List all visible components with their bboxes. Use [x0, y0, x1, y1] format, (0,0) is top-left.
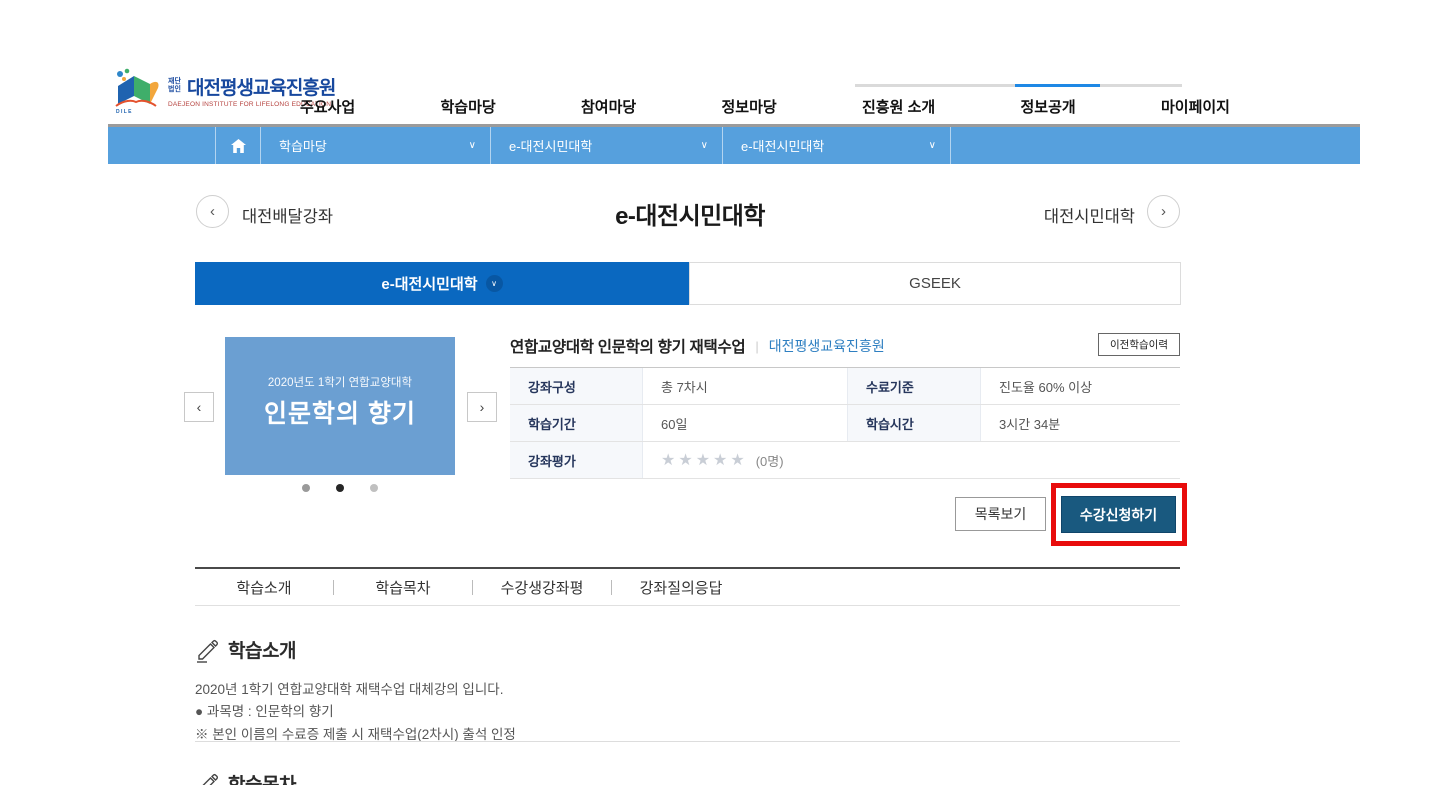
page-prev-label[interactable]: 대전배달강좌	[242, 203, 333, 227]
nav-item-about[interactable]: 진흥원 소개	[862, 96, 935, 117]
value-learning-time: 3시간 34분	[981, 405, 1180, 441]
nav-indicator-active	[1015, 84, 1100, 87]
list-view-button[interactable]: 목록보기	[955, 497, 1046, 531]
nav-indicator-track	[855, 84, 1182, 87]
breadcrumb-item-ecitizen-2[interactable]: e-대전시민대학 ∨	[722, 127, 950, 164]
course-info-table: 강좌구성 총 7차시 수료기준 진도율 60% 이상 학습기간 60일 학습시간…	[510, 367, 1180, 479]
rating-count: (0명)	[756, 451, 784, 470]
chevron-down-icon: ∨	[701, 140, 708, 151]
page: D I L E 재단법인 대전평생교육진흥원 DAEJEON INSTITUTE…	[0, 0, 1440, 810]
intro-text: 2020년 1학기 연합교양대학 재택수업 대체강의 입니다. ● 과목명 : …	[195, 679, 516, 746]
nav-item-mypage[interactable]: 마이페이지	[1161, 96, 1230, 117]
previous-learning-history-button[interactable]: 이전학습이력	[1098, 333, 1180, 356]
tab-course-intro[interactable]: 학습소개	[195, 577, 333, 598]
tab-course-contents[interactable]: 학습목차	[334, 577, 472, 598]
label-course-structure: 강좌구성	[510, 368, 643, 404]
slider-prev-button[interactable]: ‹	[184, 392, 214, 422]
pencil-icon	[195, 639, 219, 663]
intro-line: ● 과목명 : 인문학의 향기	[195, 701, 516, 723]
nav-item-participation[interactable]: 참여마당	[581, 96, 636, 117]
label-learning-time: 학습시간	[848, 405, 981, 441]
label-course-rating: 강좌평가	[510, 442, 643, 478]
value-course-structure: 총 7차시	[643, 368, 848, 404]
table-row: 학습기간 60일 학습시간 3시간 34분	[510, 405, 1180, 442]
label-completion-criteria: 수료기준	[848, 368, 981, 404]
chevron-left-icon: ‹	[210, 203, 215, 220]
table-row: 강좌평가 ★★★★★ (0명)	[510, 442, 1180, 479]
top-navigation: 주요사업 학습마당 참여마당 정보마당 진흥원 소개 정보공개 마이페이지	[300, 96, 1230, 117]
chevron-right-icon: ›	[480, 399, 485, 415]
chevron-right-icon: ›	[1161, 203, 1166, 220]
course-title: 연합교양대학 인문학의 향기 재택수업	[510, 335, 745, 357]
next-section-clipped: 학습목차	[195, 770, 595, 785]
value-learning-period: 60일	[643, 405, 848, 441]
course-provider-link[interactable]: 대전평생교육진흥원	[769, 336, 885, 356]
course-header: 연합교양대학 인문학의 향기 재택수업 | 대전평생교육진흥원	[510, 335, 885, 357]
svg-text:D I L E: D I L E	[116, 109, 132, 114]
slider-dot-3[interactable]	[370, 484, 378, 492]
course-banner: 2020년도 1학기 연합교양대학 인문학의 향기	[225, 337, 455, 475]
home-icon	[231, 139, 246, 153]
tab-e-daejeon-citizen-univ[interactable]: e-대전시민대학 ∨	[195, 262, 689, 305]
page-title: e-대전시민대학	[495, 196, 885, 231]
pencil-icon	[195, 773, 219, 785]
banner-title: 인문학의 향기	[264, 394, 416, 430]
nav-item-information[interactable]: 정보마당	[722, 96, 777, 117]
page-prev-button[interactable]: ‹	[196, 195, 229, 228]
rating-cell: ★★★★★ (0명)	[643, 442, 1180, 478]
intro-line: 2020년 1학기 연합교양대학 재택수업 대체강의 입니다.	[195, 679, 516, 701]
breadcrumb-filler	[950, 127, 1360, 164]
course-title-separator: |	[755, 339, 758, 354]
value-completion-criteria: 진도율 60% 이상	[981, 368, 1180, 404]
logo-prefix: 재단법인	[168, 78, 184, 93]
breadcrumb-spacer	[108, 127, 215, 164]
star-rating-icons: ★★★★★	[661, 450, 748, 470]
slider-dots	[302, 484, 378, 492]
chevron-left-icon: ‹	[197, 399, 202, 415]
breadcrumb: 학습마당 ∨ e-대전시민대학 ∨ e-대전시민대학 ∨	[108, 124, 1360, 164]
nav-item-disclosure[interactable]: 정보공개	[1020, 96, 1075, 117]
banner-subtitle: 2020년도 1학기 연합교양대학	[268, 374, 412, 390]
tab-dropdown-icon[interactable]: ∨	[486, 275, 503, 292]
slider-next-button[interactable]: ›	[467, 392, 497, 422]
breadcrumb-item-learning[interactable]: 학습마당 ∨	[260, 127, 490, 164]
page-next-label[interactable]: 대전시민대학	[1000, 203, 1135, 227]
breadcrumb-item-ecitizen-1[interactable]: e-대전시민대학 ∨	[490, 127, 722, 164]
section-divider	[195, 741, 1180, 742]
tab-gseek[interactable]: GSEEK	[689, 262, 1181, 305]
section-tabs: 학습소개 학습목차 수강생강좌평 강좌질의응답	[195, 567, 1180, 606]
chevron-down-icon: ∨	[469, 140, 476, 151]
tab-student-reviews[interactable]: 수강생강좌평	[473, 577, 611, 598]
enroll-button[interactable]: 수강신청하기	[1061, 496, 1176, 533]
tab-course-qna[interactable]: 강좌질의응답	[612, 577, 750, 598]
label-learning-period: 학습기간	[510, 405, 643, 441]
breadcrumb-home[interactable]	[215, 127, 260, 164]
chevron-down-icon: ∨	[929, 140, 936, 151]
intro-section-heading: 학습소개	[195, 636, 296, 663]
slider-dot-2-active[interactable]	[336, 484, 344, 492]
contents-section-heading: 학습목차	[195, 770, 595, 785]
logo-icon: D I L E	[110, 66, 162, 114]
page-next-button[interactable]: ›	[1147, 195, 1180, 228]
table-row: 강좌구성 총 7차시 수료기준 진도율 60% 이상	[510, 368, 1180, 405]
nav-item-main-business[interactable]: 주요사업	[300, 96, 355, 117]
intro-line: ※ 본인 이름의 수료증 제출 시 재택수업(2차시) 출석 인정	[195, 724, 516, 746]
nav-item-learning[interactable]: 학습마당	[441, 96, 496, 117]
slider-dot-1[interactable]	[302, 484, 310, 492]
